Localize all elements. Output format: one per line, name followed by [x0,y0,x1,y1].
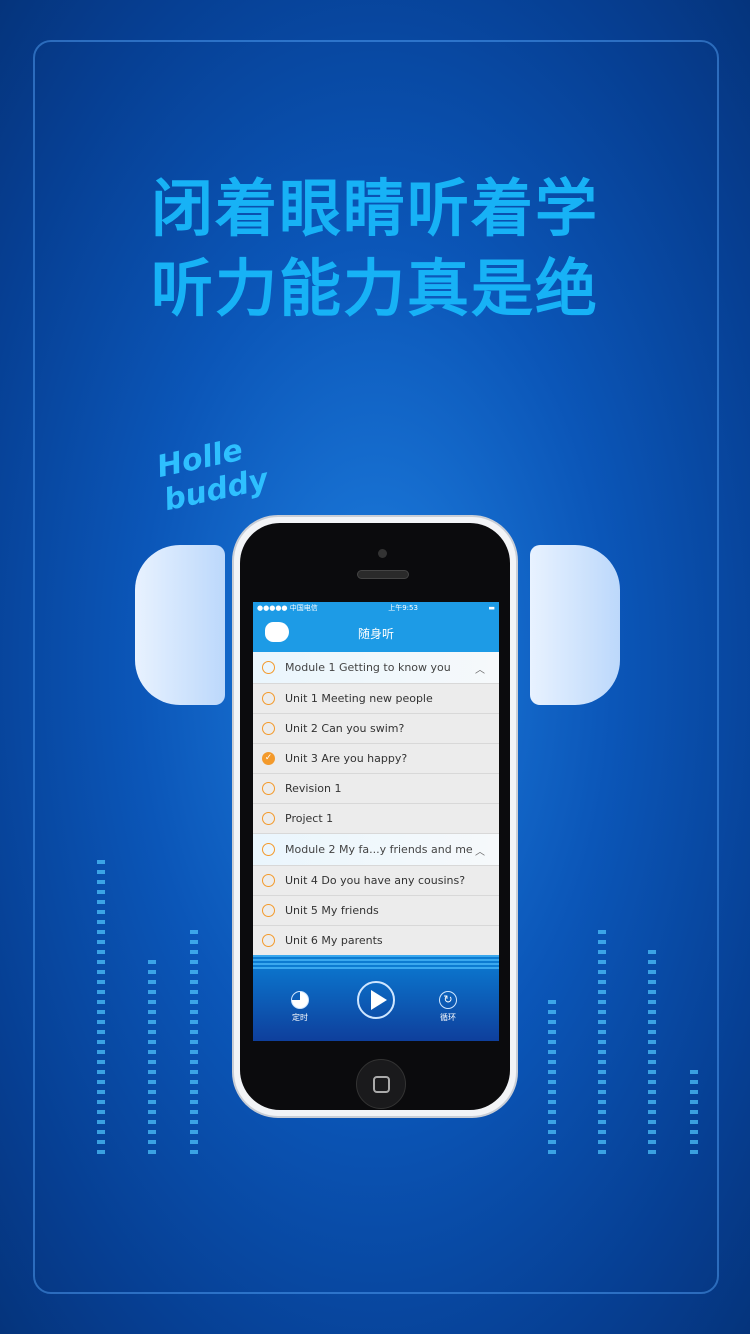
list-item[interactable]: Unit 5 My friends [253,896,499,926]
back-icon[interactable] [265,622,289,642]
chevron-up-icon[interactable]: ︿ [475,843,485,858]
battery-icon: ▬ [488,604,495,612]
list-item[interactable]: ✓ Unit 3 Are you happy? [253,744,499,774]
item-label: Unit 6 My parents [285,934,383,947]
radio-icon[interactable] [262,722,275,735]
lesson-list: Module 1 Getting to know you ︿ Unit 1 Meet… [253,652,499,956]
radio-icon[interactable] [262,692,275,705]
nav-title: 随身听 [357,626,394,641]
play-button[interactable] [357,981,395,1022]
player-bar: 定时 ↻ 循环 [253,955,499,1041]
status-bar: ●●●●● 中国电信 上午9:53 ▬ [253,602,499,614]
list-item[interactable]: Unit 1 Meeting new people [253,684,499,714]
play-icon [357,981,395,1019]
headphone-left-icon [135,545,225,705]
item-label: Module 2 My fa...y friends and me [285,843,473,856]
list-item[interactable]: Revision 1 [253,774,499,804]
chevron-up-icon[interactable]: ︿ [475,661,485,676]
item-label: Module 1 Getting to know you [285,661,451,674]
item-label: Unit 1 Meeting new people [285,692,433,705]
module-header[interactable]: Module 2 My fa...y friends and me ︿ [253,834,499,866]
radio-icon[interactable] [262,782,275,795]
item-label: Revision 1 [285,782,342,795]
item-label: Unit 4 Do you have any cousins? [285,874,466,887]
headphone-right-icon [530,545,620,705]
radio-icon[interactable] [262,934,275,947]
item-label: Unit 3 Are you happy? [285,752,408,765]
radio-icon[interactable] [262,843,275,856]
app-screen: ●●●●● 中国电信 上午9:53 ▬ 随身听 Module 1 Getting… [253,602,499,1041]
item-label: Project 1 [285,812,334,825]
timer-button[interactable]: 定时 [291,991,309,1023]
list-item[interactable]: Unit 2 Can you swim? [253,714,499,744]
headline-line2: 听力能力真是绝 [150,252,599,325]
module-header[interactable]: Module 1 Getting to know you ︿ [253,652,499,684]
timer-icon [291,991,309,1009]
list-item[interactable]: Unit 4 Do you have any cousins? [253,866,499,896]
item-label: Unit 5 My friends [285,904,379,917]
radio-icon[interactable] [262,661,275,674]
loop-icon: ↻ [439,991,457,1009]
checked-icon[interactable]: ✓ [262,752,275,765]
list-item[interactable]: Unit 6 My parents [253,926,499,956]
radio-icon[interactable] [262,904,275,917]
radio-icon[interactable] [262,812,275,825]
item-label: Unit 2 Can you swim? [285,722,405,735]
headline-line1: 闭着眼睛听着学 [150,172,599,245]
home-button [356,1059,406,1109]
list-item[interactable]: Project 1 [253,804,499,834]
nav-bar: 随身听 [253,614,499,652]
loop-button[interactable]: ↻ 循环 [439,991,457,1023]
radio-icon[interactable] [262,874,275,887]
